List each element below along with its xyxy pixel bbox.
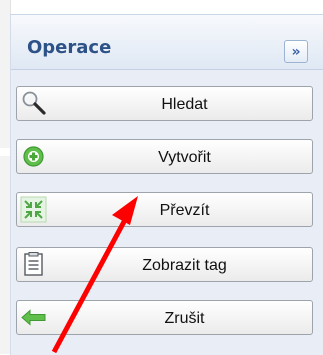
create-button-label: Vytvořit: [158, 149, 211, 166]
search-button-label: Hledat: [161, 96, 208, 113]
panel-header: Operace »: [11, 15, 323, 70]
double-chevron-right-icon: »: [291, 43, 301, 60]
take-over-button[interactable]: Převzít: [16, 192, 313, 227]
take-over-arrows-icon: [20, 196, 47, 223]
magnifier-icon: [20, 90, 47, 117]
cancel-button[interactable]: Zrušit: [16, 300, 313, 335]
collapse-panel-button[interactable]: »: [284, 40, 308, 63]
panel-title: Operace: [27, 37, 112, 58]
show-tag-button[interactable]: Zobrazit tag: [16, 247, 313, 282]
sidebar-divider: [0, 148, 10, 156]
operations-panel: Operace » Hledat Vytvořit Převzít Zobraz…: [10, 14, 323, 355]
search-button[interactable]: Hledat: [16, 86, 313, 121]
show-tag-button-label: Zobrazit tag: [142, 257, 227, 274]
green-left-arrow-icon: [20, 304, 47, 331]
cancel-button-label: Zrušit: [164, 310, 205, 327]
take-over-button-label: Převzít: [159, 202, 210, 219]
green-plus-icon: [20, 143, 47, 170]
document-icon: [20, 251, 47, 278]
create-button[interactable]: Vytvořit: [16, 139, 313, 174]
